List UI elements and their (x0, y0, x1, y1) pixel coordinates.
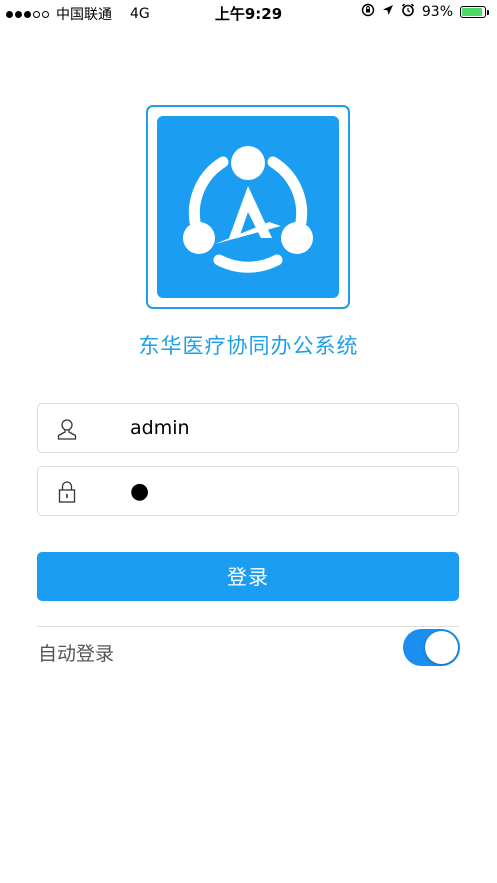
toggle-knob[interactable] (425, 631, 458, 664)
password-field[interactable] (37, 466, 459, 516)
alarm-icon (401, 3, 415, 21)
password-input[interactable] (130, 477, 440, 505)
orientation-lock-icon (361, 3, 375, 21)
battery-icon (460, 6, 489, 18)
login-button[interactable]: 登录 (37, 552, 459, 601)
status-bar-right: 93% (361, 3, 489, 21)
auto-login-label: 自动登录 (38, 643, 115, 665)
battery-percent: 93% (421, 4, 453, 20)
auto-login-toggle[interactable] (403, 629, 460, 666)
status-bar: 中国联通 4G 上午9:29 93% (0, 0, 497, 24)
app-title: 东华医疗协同办公系统 (138, 334, 359, 358)
user-icon (56, 417, 78, 441)
lock-icon (56, 480, 78, 504)
divider (37, 626, 459, 627)
app-logo (146, 105, 350, 309)
username-field[interactable] (37, 403, 459, 453)
username-input[interactable] (130, 414, 440, 442)
network-a-logo-icon (157, 116, 339, 298)
location-arrow-icon (382, 4, 394, 20)
